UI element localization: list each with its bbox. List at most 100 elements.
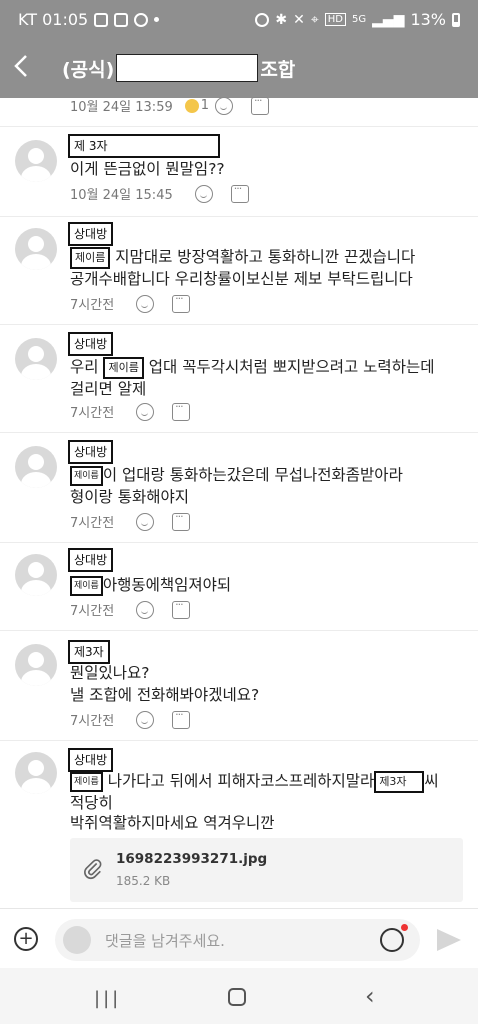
more-notifications-icon <box>154 17 160 22</box>
avatar[interactable] <box>15 228 57 270</box>
signal-icon: ▂▄▆ <box>372 11 405 28</box>
my-avatar <box>63 926 91 954</box>
comment-text-line: 제이름 이 업대랑 통화하는갔은데 무섭나전화좀받아라 <box>70 464 403 486</box>
battery-level: 13% <box>410 10 446 29</box>
comment-time: 10월 24일 15:45 <box>70 188 173 203</box>
reply-icon[interactable] <box>172 400 191 421</box>
name-tag: 제이름 <box>70 465 103 486</box>
divider <box>0 324 478 325</box>
name-tag: 제이름 <box>70 575 103 596</box>
comment-meta: 10월 24일 15:45 <box>70 182 249 203</box>
avatar[interactable] <box>15 644 57 686</box>
location-icon: ⌖ <box>310 11 319 28</box>
reaction-emoji-icon <box>184 98 199 113</box>
comment-text-line: 낼 조합에 전화해봐야겠네요? <box>70 686 260 704</box>
status-time: KT 01:05 <box>18 10 89 29</box>
add-reaction-icon[interactable] <box>136 710 155 729</box>
notification-icon <box>94 12 109 27</box>
comment-meta: 7시간전 <box>70 598 191 619</box>
comment-time: 7시간전 <box>70 298 115 313</box>
instagram-icon <box>134 12 149 27</box>
gallery-icon <box>114 12 129 27</box>
comment-text-line: 우리 제이름 업대 꼭두각시처럼 뽀지받으려고 노력하는데 <box>70 356 434 379</box>
system-nav-bar: ||| ‹ <box>0 968 478 1024</box>
attachment-filename: 1698223993271.jpg <box>116 851 268 867</box>
avatar[interactable] <box>15 338 57 380</box>
avatar[interactable] <box>15 446 57 488</box>
avatar[interactable] <box>15 140 57 182</box>
comment-text: 이게 뜬금없이 뭔말임?? <box>70 160 225 178</box>
reply-icon[interactable] <box>172 292 191 313</box>
title-prefix: (공식) <box>62 58 115 81</box>
system-back-button[interactable]: ‹ <box>365 982 375 1010</box>
bluetooth-icon: ✱ <box>275 11 288 28</box>
comment-text-line: 뭔일있나요? <box>70 664 150 682</box>
back-button[interactable] <box>14 52 38 82</box>
comment-input-wrapper <box>55 919 420 961</box>
divider <box>0 126 478 127</box>
name-tag: 제이름 <box>70 246 111 269</box>
comment-time: 7시간전 <box>70 406 115 421</box>
comment-meta: 7시간전 <box>70 292 191 313</box>
divider <box>0 216 478 217</box>
comment-time: 10월 24일 13:59 <box>70 100 173 115</box>
home-button[interactable] <box>228 988 246 1006</box>
commenter-name: 상대방 <box>68 222 114 246</box>
add-reaction-icon[interactable] <box>194 184 213 203</box>
commenter-name: 상대방 <box>68 748 114 772</box>
comment-text-line: 형이랑 통화해야지 <box>70 488 190 506</box>
comment-text-line: 제이름 아행동에책임져야되 <box>70 574 231 596</box>
comment-meta: 7시간전 <box>70 708 191 729</box>
commenter-name: 상대방 <box>68 548 114 572</box>
comment-input[interactable] <box>103 925 367 957</box>
network-type: 5G <box>352 14 367 25</box>
hd-icon: HD <box>324 13 346 26</box>
battery-icon <box>452 12 460 27</box>
reply-icon[interactable] <box>172 708 191 729</box>
reply-icon[interactable] <box>230 182 249 203</box>
comment-text-line: 걸리면 알제 <box>70 380 147 398</box>
comment-text-line: 박쥐역활하지마세요 역겨우니깐 <box>70 814 275 832</box>
alarm-icon <box>255 12 270 27</box>
reply-icon[interactable] <box>172 510 191 531</box>
attachment-size: 185.2 KB <box>116 874 171 888</box>
commenter-name: 상대방 <box>68 332 114 356</box>
name-tag: 제3자 <box>374 770 425 793</box>
app-bar: (공식) 조합 <box>0 40 478 98</box>
add-reaction-icon[interactable] <box>215 96 234 115</box>
redaction-box <box>116 54 259 82</box>
emoji-button[interactable] <box>380 924 408 952</box>
add-reaction-icon[interactable] <box>136 512 155 531</box>
reply-icon[interactable] <box>251 94 270 115</box>
commenter-name: 상대방 <box>68 440 114 464</box>
comment-composer: + <box>0 908 478 969</box>
comment-text-line: 적당히 <box>70 794 113 812</box>
commenter-name: 제3자 <box>68 640 110 664</box>
back-arrow-icon <box>14 55 27 77</box>
avatar[interactable] <box>15 752 57 794</box>
comment-meta: 7시간전 <box>70 510 191 531</box>
recents-button[interactable]: ||| <box>94 988 121 1009</box>
reply-icon[interactable] <box>172 598 191 619</box>
comment-time: 7시간전 <box>70 604 115 619</box>
comment-time: 7시간전 <box>70 516 115 531</box>
reaction-count: 1 <box>200 98 210 113</box>
add-reaction-icon[interactable] <box>136 600 155 619</box>
comment-time: 7시간전 <box>70 714 115 729</box>
paperclip-icon <box>82 858 104 886</box>
comment-meta: 10월 24일 13:59 1 <box>70 94 270 115</box>
add-attachment-button[interactable]: + <box>14 927 38 951</box>
add-reaction-icon[interactable] <box>136 402 155 421</box>
comment-text-line: 제이름 지맘대로 방장역활하고 통화하니깐 끈겠습니다 <box>70 246 415 269</box>
send-button[interactable] <box>437 929 461 951</box>
divider <box>0 740 478 741</box>
avatar[interactable] <box>15 554 57 596</box>
file-attachment[interactable]: 1698223993271.jpg 185.2 KB <box>70 838 463 902</box>
comment-text-line: 공개수배합니다 우리창률이보신분 제보 부탁드립니다 <box>70 270 413 288</box>
page-title: (공식) 조합 <box>62 54 295 82</box>
divider <box>0 542 478 543</box>
name-tag: 제이름 <box>70 771 103 792</box>
commenter-name: 제 3자 <box>68 134 220 158</box>
add-reaction-icon[interactable] <box>136 294 155 313</box>
comment-text-line: 제이름 나가다고 뒤에서 피해자코스프레하지말라 제3자 씨 <box>70 770 439 793</box>
